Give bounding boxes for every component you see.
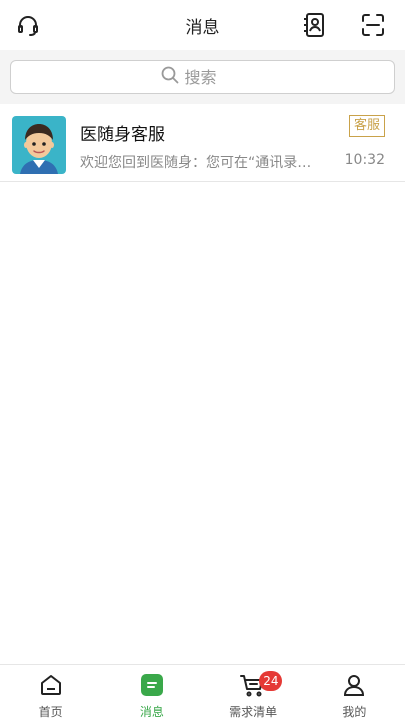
search-input[interactable]	[184, 67, 245, 87]
tab-messages-label: 消息	[139, 705, 164, 719]
contacts-icon[interactable]	[296, 0, 332, 50]
headset-icon[interactable]	[10, 0, 46, 50]
search-icon	[161, 66, 179, 88]
cart-count-badge: 24	[259, 671, 283, 691]
search-box[interactable]	[10, 60, 395, 94]
service-tag-badge: 客服	[348, 115, 385, 137]
home-icon	[39, 673, 63, 701]
bottom-tab-bar: 首页 消息 24 需求清单 我的	[0, 664, 405, 720]
conversation-name: 医随身客服	[80, 125, 165, 145]
tab-home[interactable]: 首页	[0, 665, 101, 720]
conversation-item[interactable]: 医随身客服 客服 欢迎您回到医随身：您可在“通讯录… 10:32	[0, 104, 405, 182]
scan-icon[interactable]	[355, 0, 391, 50]
top-bar: 消息	[0, 0, 405, 50]
conversation-time: 10:32	[344, 152, 385, 168]
tab-demand-list-label: 需求清单	[229, 705, 278, 719]
search-area	[0, 50, 405, 104]
profile-icon	[342, 673, 366, 701]
tab-messages[interactable]: 消息	[101, 665, 202, 720]
conversation-preview: 欢迎您回到医随身：您可在“通讯录…	[80, 155, 312, 171]
tab-demand-list[interactable]: 24 需求清单	[203, 665, 304, 720]
customer-service-avatar	[12, 116, 66, 174]
tab-home-label: 首页	[38, 705, 63, 719]
tab-profile-label: 我的	[342, 705, 367, 719]
page-title: 消息	[185, 17, 220, 38]
message-icon	[140, 673, 164, 701]
tab-profile[interactable]: 我的	[304, 665, 405, 720]
